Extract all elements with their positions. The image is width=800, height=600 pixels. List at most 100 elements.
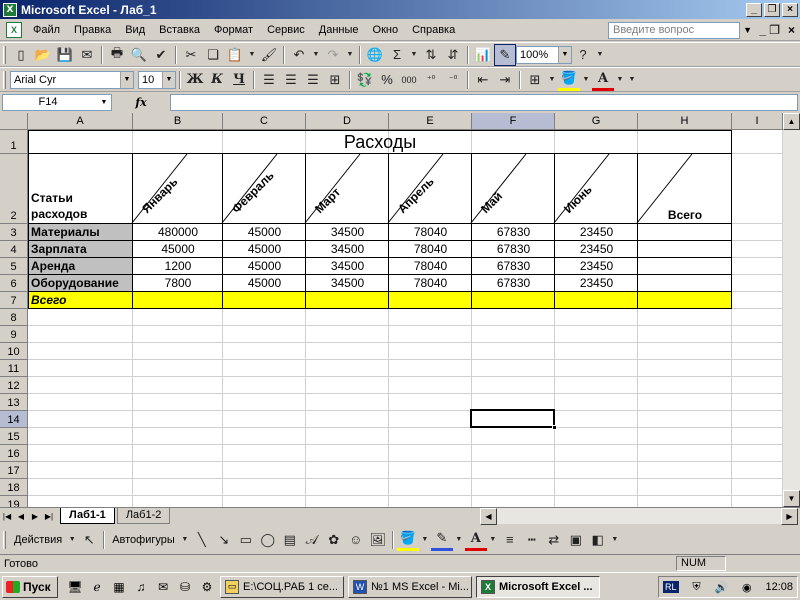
font-color-dropdown-icon[interactable]: ▼: [614, 69, 626, 91]
data-cell[interactable]: 23450: [555, 275, 638, 291]
excel-quick-launch-icon[interactable]: ▦: [110, 578, 128, 596]
row-label-3[interactable]: Аренда: [28, 258, 75, 274]
month-header-3[interactable]: Март: [312, 185, 343, 216]
draw-font-color-icon[interactable]: A: [464, 529, 487, 551]
picture-icon[interactable]: 🖼: [367, 529, 389, 551]
autosum-dropdown-icon[interactable]: ▼: [408, 44, 420, 66]
draw-actions-dropdown-icon[interactable]: ▼: [66, 529, 78, 551]
month-header-1[interactable]: Январь: [139, 175, 180, 216]
data-cell[interactable]: 7800: [133, 275, 223, 291]
formula-input[interactable]: [170, 94, 798, 111]
row-header-3[interactable]: 3: [0, 224, 28, 241]
line-style-icon[interactable]: ≡: [499, 529, 521, 551]
increase-decimal-icon[interactable]: ⁺⁰: [420, 69, 442, 91]
row-header-14[interactable]: 14: [0, 411, 28, 428]
task-word-window[interactable]: W №1 MS Excel - Mi...: [348, 575, 472, 598]
minimize-button[interactable]: _: [746, 2, 762, 17]
toolbar-grip[interactable]: [3, 530, 6, 549]
data-cell[interactable]: 67830: [472, 258, 555, 274]
name-box[interactable]: F14 ▼: [2, 94, 112, 111]
bold-button[interactable]: Ж: [184, 69, 206, 91]
menu-view[interactable]: Вид: [118, 19, 152, 41]
font-size-combo[interactable]: 10 ▼: [138, 70, 176, 89]
underline-button[interactable]: Ч: [228, 69, 250, 91]
column-header-e[interactable]: E: [389, 113, 472, 130]
help-question-input[interactable]: Введите вопрос: [608, 22, 740, 39]
scroll-up-icon[interactable]: ▲: [783, 113, 800, 130]
data-cell[interactable]: 45000: [223, 275, 306, 291]
data-cell[interactable]: 23450: [555, 258, 638, 274]
data-cell[interactable]: 78040: [389, 241, 472, 257]
row-label-1[interactable]: Материалы: [28, 224, 100, 240]
cut-icon[interactable]: ✂: [180, 44, 202, 66]
data-cell[interactable]: 67830: [472, 241, 555, 257]
name-box-dropdown-arrow[interactable]: ▼: [97, 95, 111, 110]
active-cell-selection[interactable]: [470, 409, 555, 428]
menu-help[interactable]: Справка: [405, 19, 462, 41]
toolbar-grip[interactable]: [3, 45, 6, 64]
rectangle-icon[interactable]: ▭: [235, 529, 257, 551]
autosum-icon[interactable]: Σ: [386, 44, 408, 66]
zoom-combo[interactable]: 100% ▼: [516, 45, 572, 64]
menu-format[interactable]: Формат: [207, 19, 260, 41]
row-header-7[interactable]: 7: [0, 292, 28, 309]
network-tray-icon[interactable]: ◉: [742, 581, 752, 594]
menu-data[interactable]: Данные: [312, 19, 366, 41]
language-indicator[interactable]: RL: [663, 581, 679, 593]
diagram-icon[interactable]: ✿: [323, 529, 345, 551]
workbook-icon[interactable]: X: [6, 21, 22, 38]
row-header-19[interactable]: 19: [0, 496, 28, 507]
column-header-i[interactable]: I: [732, 113, 783, 130]
month-header-2[interactable]: Февраль: [229, 168, 277, 216]
header-label-line1[interactable]: Статьи: [28, 190, 73, 206]
column-header-a[interactable]: A: [28, 113, 133, 130]
excel-app-icon[interactable]: X: [3, 2, 17, 17]
print-icon[interactable]: 🖶: [106, 44, 128, 66]
align-right-icon[interactable]: ☰: [302, 69, 324, 91]
prev-sheet-icon[interactable]: ◀: [14, 512, 28, 521]
month-header-5[interactable]: Май: [478, 189, 505, 216]
line-color-dropdown-icon[interactable]: ▼: [453, 529, 465, 551]
data-cell[interactable]: 23450: [555, 241, 638, 257]
menu-window[interactable]: Окно: [366, 19, 406, 41]
paste-dropdown-icon[interactable]: ▼: [246, 44, 258, 66]
data-cell[interactable]: 34500: [306, 258, 389, 274]
draw-fill-color-icon[interactable]: 🪣: [396, 529, 419, 551]
row-header-15[interactable]: 15: [0, 428, 28, 445]
autoshapes-menu[interactable]: Автофигуры: [108, 534, 179, 546]
draw-fill-dropdown-icon[interactable]: ▼: [419, 529, 431, 551]
scroll-right-icon[interactable]: ▶: [781, 508, 798, 525]
data-cell[interactable]: 45000: [223, 224, 306, 240]
data-cell[interactable]: 45000: [133, 241, 223, 257]
draw-actions-menu[interactable]: Действия: [10, 534, 66, 546]
toolbar-grip[interactable]: [3, 70, 6, 89]
next-sheet-icon[interactable]: ▶: [28, 512, 42, 521]
3d-style-icon[interactable]: ◧: [587, 529, 609, 551]
undo-dropdown-icon[interactable]: ▼: [310, 44, 322, 66]
wordart-icon[interactable]: 𝒜: [301, 529, 323, 551]
fill-color-dropdown-icon[interactable]: ▼: [580, 69, 592, 91]
fill-color-icon[interactable]: 🪣: [558, 69, 580, 91]
paste-icon[interactable]: 📋: [224, 44, 246, 66]
data-cell[interactable]: 34500: [306, 275, 389, 291]
line-color-icon[interactable]: ✎: [430, 529, 453, 551]
row-header-18[interactable]: 18: [0, 479, 28, 496]
oval-icon[interactable]: ◯: [257, 529, 279, 551]
select-objects-icon[interactable]: ↖: [78, 529, 100, 551]
chart-wizard-icon[interactable]: 📊: [472, 44, 494, 66]
new-document-icon[interactable]: ▯: [10, 44, 32, 66]
row-header-10[interactable]: 10: [0, 343, 28, 360]
clock[interactable]: 12:08: [765, 581, 793, 593]
antivirus-icon[interactable]: ⛨: [692, 581, 700, 594]
row-header-11[interactable]: 11: [0, 360, 28, 377]
font-size-dropdown-arrow[interactable]: ▼: [162, 71, 175, 88]
first-sheet-icon[interactable]: |◀: [0, 512, 14, 521]
row-header-16[interactable]: 16: [0, 445, 28, 462]
data-cell[interactable]: 34500: [306, 241, 389, 257]
vertical-scrollbar[interactable]: ▲ ▼: [783, 113, 800, 507]
text-box-icon[interactable]: ▤: [279, 529, 301, 551]
row-header-1[interactable]: 1: [0, 130, 28, 154]
copy-icon[interactable]: ❏: [202, 44, 224, 66]
toolbar-options-icon[interactable]: ▼: [594, 44, 606, 66]
format-painter-icon[interactable]: 🖌: [258, 44, 280, 66]
